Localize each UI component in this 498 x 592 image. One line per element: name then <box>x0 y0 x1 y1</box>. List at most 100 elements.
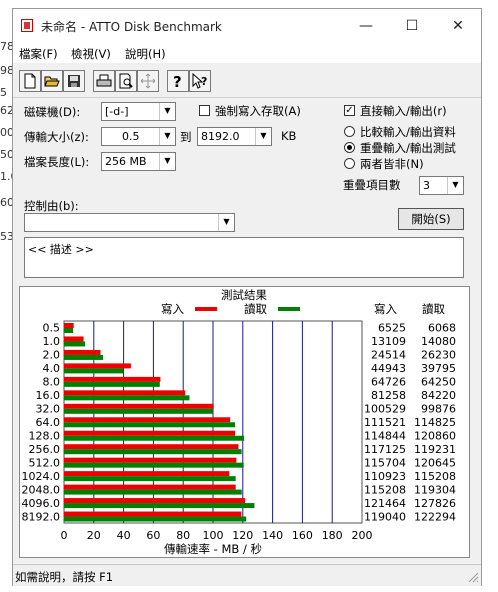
maximize-button[interactable]: ☐ <box>389 9 435 43</box>
read-value: 119231 <box>414 443 456 456</box>
file-length-label: 檔案長度(L): <box>24 155 90 169</box>
category-label: 0.5 <box>43 322 61 335</box>
read-value: 120860 <box>414 429 456 442</box>
drive-label: 磁碟機(D): <box>24 105 81 119</box>
bar-write <box>64 390 186 396</box>
read-value: 84220 <box>421 389 456 402</box>
results-chart: 測試結果寫入 讀取 寫入 讀取 0 20 40 60 80 100 120 140 160 180 200 傳… <box>22 288 457 556</box>
x-tick-label: 160 <box>292 529 313 542</box>
x-tick-label: 200 <box>352 529 373 542</box>
file-length-select[interactable]: 256 MB ▼ <box>101 152 176 171</box>
window-title: 未命名 - ATTO Disk Benchmark <box>41 20 222 34</box>
radio-compare[interactable] <box>344 126 355 137</box>
results-panel: 測試結果 寫入 讀取 寫入 讀取 0 20 40 60 80 100 120 140 160 180 200 傳… <box>19 286 470 558</box>
bar-read <box>64 328 74 333</box>
category-label: 128.0 <box>29 429 61 442</box>
bar-read <box>64 503 255 509</box>
status-bar: 如需說明，請按 F1 <box>13 564 481 586</box>
read-value: 26230 <box>421 349 456 362</box>
chevron-down-icon: ▼ <box>159 153 175 170</box>
x-tick-label: 140 <box>262 529 283 542</box>
x-tick-label: 80 <box>176 529 190 542</box>
radio-overlap[interactable] <box>344 142 355 153</box>
help-icon[interactable]: ? <box>167 70 189 92</box>
transfer-from-select[interactable]: 0.5 ▼ <box>101 127 176 146</box>
category-label: 1.0 <box>43 335 61 348</box>
category-label: 8.0 <box>43 376 61 389</box>
category-label: 2048.0 <box>22 483 61 496</box>
read-value: 99876 <box>421 403 456 416</box>
category-label: 256.0 <box>29 443 61 456</box>
kb-label: KB <box>281 129 297 143</box>
print-icon[interactable] <box>93 70 115 92</box>
bar-read <box>64 489 242 495</box>
force-write-label: 強制寫入存取(A) <box>215 104 301 118</box>
category-label: 1024.0 <box>22 470 61 483</box>
bar-write <box>64 376 161 382</box>
bar-read <box>64 476 236 482</box>
legend-write-swatch <box>195 307 217 311</box>
save-icon[interactable] <box>63 70 85 92</box>
atto-window: 未命名 - ATTO Disk Benchmark — ☐ ✕ 檔案(F) 檢視… <box>12 8 482 586</box>
menu-view[interactable]: 檢視(V) <box>71 46 111 62</box>
write-value: 115208 <box>364 483 406 496</box>
new-icon[interactable] <box>19 70 41 92</box>
queue-depth-select[interactable]: 3 ▼ <box>419 176 464 195</box>
bar-write <box>64 471 230 477</box>
bar-read <box>64 449 242 455</box>
bar-write <box>64 403 214 409</box>
menu-file[interactable]: 檔案(F) <box>19 46 58 62</box>
force-write-checkbox[interactable] <box>199 105 210 116</box>
direct-io-label: 直接輸入/輸出(r) <box>360 104 447 118</box>
start-button[interactable]: 開始(S) <box>398 208 464 230</box>
write-value: 13109 <box>371 335 406 348</box>
bar-write <box>64 511 242 517</box>
open-icon[interactable] <box>41 70 63 92</box>
controlled-by-select[interactable]: ▼ <box>24 213 235 232</box>
category-label: 4.0 <box>43 362 61 375</box>
bar-write <box>64 323 74 328</box>
radio-neither[interactable] <box>344 158 355 169</box>
category-label: 2.0 <box>43 349 61 362</box>
drive-select[interactable]: [-d-] ▼ <box>101 102 176 121</box>
read-value: 14080 <box>421 335 456 348</box>
x-tick-label: 0 <box>61 529 68 542</box>
write-value: 121464 <box>364 497 406 510</box>
title-bar[interactable]: 未命名 - ATTO Disk Benchmark — ☐ ✕ <box>13 9 481 43</box>
category-label: 8192.0 <box>22 510 61 523</box>
bar-write <box>64 349 101 355</box>
app-icon <box>21 19 33 32</box>
read-value: 115208 <box>414 470 456 483</box>
transfer-to-value: 8192.0 <box>201 130 240 143</box>
write-value: 24514 <box>371 349 406 362</box>
chevron-down-icon: ▼ <box>255 128 271 145</box>
write-value: 81258 <box>371 389 406 402</box>
resize-grip-icon[interactable] <box>467 571 479 583</box>
bar-read <box>64 422 236 428</box>
read-value: 120645 <box>414 456 456 469</box>
x-tick-label: 40 <box>117 529 131 542</box>
bar-write <box>64 336 84 342</box>
direct-io-checkbox[interactable]: ✓ <box>344 105 355 116</box>
write-value: 119040 <box>364 510 406 523</box>
close-button[interactable]: ✕ <box>435 9 481 43</box>
context-help-icon[interactable]: ? <box>189 70 211 92</box>
read-value: 114825 <box>414 416 456 429</box>
x-tick-label: 60 <box>146 529 160 542</box>
print-preview-icon[interactable] <box>115 70 137 92</box>
bar-read <box>64 368 124 374</box>
column-header-read: 讀取 <box>422 302 445 316</box>
description-box[interactable]: << 描述 >> <box>24 237 464 278</box>
transfer-to-select[interactable]: 8192.0 ▼ <box>197 127 272 146</box>
chevron-down-icon: ▼ <box>218 214 234 231</box>
queue-depth-label: 重疊項目數 <box>343 178 401 192</box>
menu-help[interactable]: 說明(H) <box>125 46 166 62</box>
read-value: 39795 <box>421 362 456 375</box>
move-icon[interactable] <box>137 70 159 92</box>
write-value: 44943 <box>371 362 406 375</box>
minimize-button[interactable]: — <box>343 9 389 43</box>
results-title: 測試結果 <box>221 288 267 302</box>
legend-read-swatch <box>278 307 300 311</box>
bg-number: 5 <box>0 86 7 99</box>
read-value: 6068 <box>428 322 456 335</box>
